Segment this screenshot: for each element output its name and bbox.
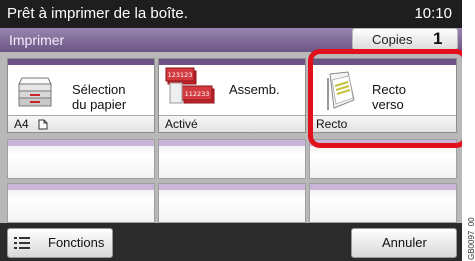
list-menu-icon <box>14 237 30 249</box>
collate-label: Assemb. <box>229 82 280 97</box>
copies-display[interactable]: Copies 1 <box>352 28 458 50</box>
printer-panel-screen: Prêt à imprimer de la boîte. 10:10 Impri… <box>0 0 462 261</box>
paper-selection-label-line2: du papier <box>72 97 127 112</box>
functions-button[interactable]: Fonctions <box>7 228 113 258</box>
paper-cassette-icon <box>18 77 52 107</box>
cancel-button[interactable]: Annuler <box>351 228 457 258</box>
functions-label: Fonctions <box>48 235 105 250</box>
clock: 10:10 <box>414 5 452 22</box>
paper-selection-value: A4 <box>14 117 29 131</box>
empty-slot <box>309 183 457 223</box>
copies-label: Copies <box>372 32 413 47</box>
tile-band <box>8 59 154 65</box>
status-bar: Prêt à imprimer de la boîte. 10:10 <box>0 0 462 28</box>
empty-slot <box>7 139 155 179</box>
portrait-page-icon <box>38 119 48 130</box>
status-message: Prêt à imprimer de la boîte. <box>7 5 188 22</box>
screen-title: Imprimer <box>9 32 65 48</box>
collate-value: Activé <box>165 117 198 131</box>
empty-slot <box>7 183 155 223</box>
bottom-bar: Fonctions Annuler <box>0 223 462 261</box>
collated-sets-icon: 123123 112233 <box>165 67 215 104</box>
empty-slot <box>158 183 306 223</box>
collate-value-bar: Activé <box>159 115 305 132</box>
duplex-highlight-frame <box>308 49 462 148</box>
paper-selection-value-bar: A4 <box>8 115 154 132</box>
copies-value: 1 <box>433 29 443 48</box>
collate-icon-text-bottom: 112233 <box>185 90 210 98</box>
cancel-label: Annuler <box>382 235 427 250</box>
figure-code: GB0097_00 <box>467 217 475 260</box>
collate-icon-text-top: 123123 <box>168 71 193 79</box>
tile-band <box>159 59 305 65</box>
empty-slot <box>158 139 306 179</box>
paper-selection-tile[interactable]: Sélection du papier A4 <box>7 58 155 133</box>
collate-tile[interactable]: 123123 112233 Assemb. Activé <box>158 58 306 133</box>
paper-selection-label-line1: Sélection <box>72 82 126 97</box>
figure-code-text: GB0097_00 <box>467 217 475 260</box>
